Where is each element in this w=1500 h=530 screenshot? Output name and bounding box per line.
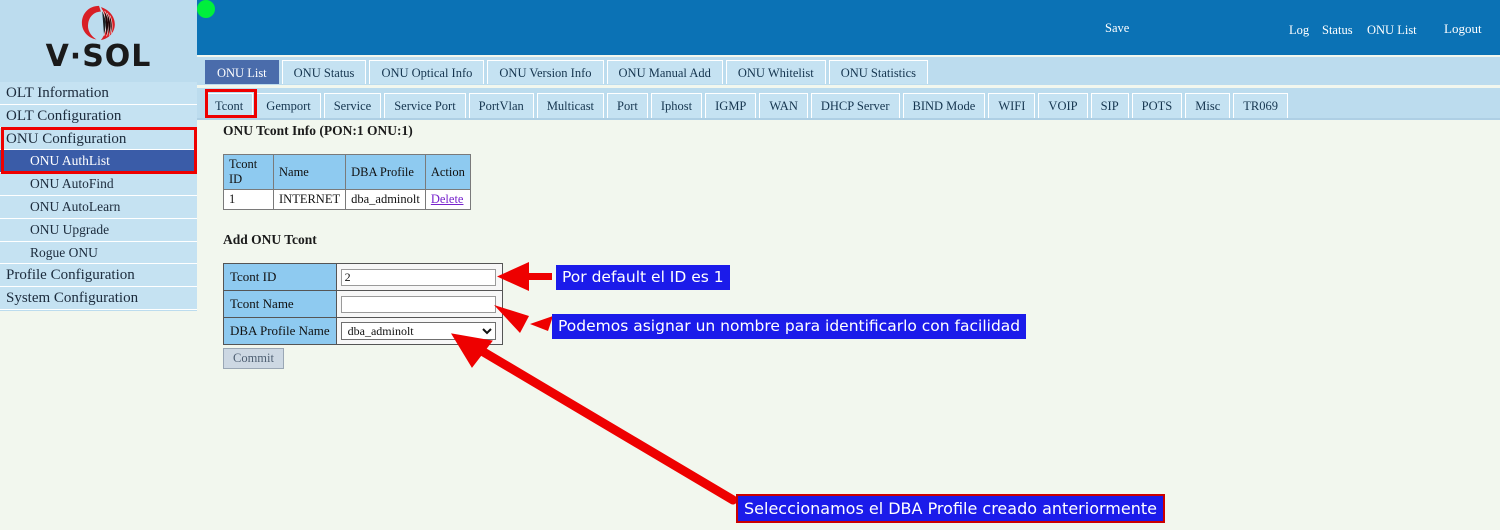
sidebar-item-onu-autofind[interactable]: ONU AutoFind [0,173,197,196]
header-link-onu-list[interactable]: ONU List [1367,23,1417,38]
label-tcont-id: Tcont ID [223,263,337,291]
sidebar-item-onu-configuration[interactable]: ONU Configuration [0,127,197,151]
col-tcont-id: Tcont ID [223,154,274,190]
logout-button[interactable]: Logout [1444,21,1482,37]
tcont-name-input[interactable] [340,296,496,313]
primary-tab-bar: ONU List ONU Status ONU Optical Info ONU Ve… [197,57,1500,85]
tab-iphost[interactable]: Iphost [650,93,703,118]
dba-profile-select[interactable]: dba_adminolt [340,322,496,340]
sidebar: V·SOL OLT Information OLT Configuration ON… [0,0,197,311]
cell-name: INTERNET [272,189,347,210]
sidebar-item-onu-upgrade[interactable]: ONU Upgrade [0,218,197,242]
tab-wan[interactable]: WAN [759,93,808,118]
sidebar-nav: OLT Information OLT Configuration ONU Conf… [0,82,197,310]
brand-name: V·SOL [45,39,152,74]
tab-pots[interactable]: POTS [1131,93,1183,118]
cell-tcont-id: 1 [223,189,274,210]
sidebar-item-onu-autolearn[interactable]: ONU AutoLearn [0,195,197,219]
cell-dba-profile: dba_adminolt [345,189,426,210]
tab-service-port[interactable]: Service Port [384,93,466,118]
header-link-log[interactable]: Log [1289,23,1309,38]
info-section-title: ONU Tcont Info (PON:1 ONU:1) [223,123,413,138]
tab-sip[interactable]: SIP [1090,93,1129,118]
tab-onu-version-info[interactable]: ONU Version Info [487,60,604,84]
main-content: ONU Tcont Info (PON:1 ONU:1) Tcont ID Na… [197,118,1500,525]
secondary-tab-bar: Tcont Gemport Service Service Port PortVlan M… [197,88,1500,120]
header-link-status[interactable]: Status [1322,23,1353,38]
tab-tr069[interactable]: TR069 [1233,93,1288,118]
col-dba-profile: DBA Profile [345,154,426,190]
tab-multicast[interactable]: Multicast [536,93,605,118]
brand-logo[interactable]: V·SOL [0,0,197,82]
form-row-dba-profile: DBA Profile Name dba_adminolt [223,317,503,345]
label-tcont-name: Tcont Name [223,290,337,318]
tcont-id-input[interactable] [340,269,496,286]
tab-port[interactable]: Port [607,93,648,118]
sidebar-item-olt-information[interactable]: OLT Information [0,82,197,105]
tab-igmp[interactable]: IGMP [705,93,757,118]
col-name: Name [272,154,347,190]
tab-bind-mode[interactable]: BIND Mode [902,93,986,118]
sidebar-item-profile-configuration[interactable]: Profile Configuration [0,264,197,288]
sidebar-item-onu-authlist[interactable]: ONU AuthList [0,150,197,174]
top-header: Save Log Status ONU List Logout [197,0,1500,55]
add-section-title: Add ONU Tcont [223,232,317,247]
tab-gemport[interactable]: Gemport [256,93,321,118]
cell-action: Delete [424,189,471,210]
online-indicator-icon [197,0,215,18]
table-row: 1 INTERNET dba_adminolt Delete [223,189,471,210]
vsol-swoosh-icon [81,5,115,41]
tab-service[interactable]: Service [323,93,382,118]
label-dba-profile-name: DBA Profile Name [223,317,337,345]
form-row-tcont-id: Tcont ID [223,263,503,291]
tab-onu-list[interactable]: ONU List [205,60,279,84]
add-tcont-form: Tcont ID Tcont Name DBA Profile Name dba… [223,263,503,345]
tab-portvlan[interactable]: PortVlan [468,93,534,118]
col-action: Action [424,154,471,190]
form-row-tcont-name: Tcont Name [223,290,503,318]
tab-onu-statistics[interactable]: ONU Statistics [828,60,929,84]
tab-onu-optical-info[interactable]: ONU Optical Info [369,60,485,84]
tab-onu-manual-add[interactable]: ONU Manual Add [606,60,723,84]
tab-wifi[interactable]: WIFI [988,93,1036,118]
tcont-info-table: Tcont ID Name DBA Profile Action 1 INTER… [223,154,471,210]
sidebar-item-rogue-onu[interactable]: Rogue ONU [0,241,197,265]
tab-misc[interactable]: Misc [1185,93,1231,118]
tab-onu-whitelist[interactable]: ONU Whitelist [725,60,826,84]
sidebar-item-olt-configuration[interactable]: OLT Configuration [0,104,197,128]
sidebar-item-system-configuration[interactable]: System Configuration [0,287,197,310]
tab-onu-status[interactable]: ONU Status [281,60,367,84]
table-header-row: Tcont ID Name DBA Profile Action [223,154,471,190]
tab-voip[interactable]: VOIP [1038,93,1088,118]
delete-link[interactable]: Delete [431,192,464,206]
tab-dhcp-server[interactable]: DHCP Server [810,93,900,118]
save-button[interactable]: Save [1105,21,1129,36]
commit-button[interactable]: Commit [223,348,284,369]
tab-tcont[interactable]: Tcont [205,93,254,118]
